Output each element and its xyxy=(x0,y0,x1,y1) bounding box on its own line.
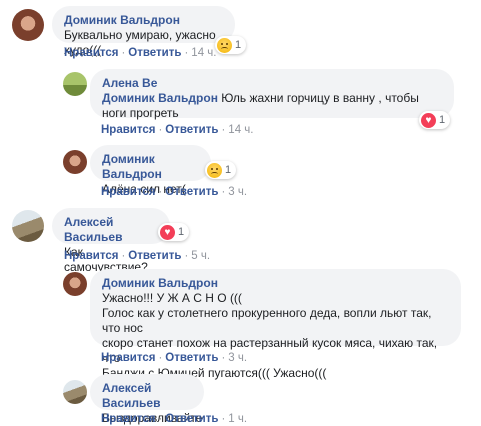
comment-actions: Нравится · Ответить · 3 ч. xyxy=(101,352,248,364)
reply-link[interactable]: Ответить xyxy=(165,186,218,198)
reaction-badge[interactable]: 1 xyxy=(205,161,237,179)
reaction-count: 1 xyxy=(178,226,185,238)
comment-author[interactable]: Алексей Васильев xyxy=(102,381,192,411)
avatar[interactable] xyxy=(63,150,87,174)
heart-icon: ♥ xyxy=(160,224,175,240)
like-link[interactable]: Нравится xyxy=(101,413,155,425)
reaction-count: 1 xyxy=(225,164,232,176)
comment-bubble: Алена Ве Доминик Вальдрон Юль жахни горч… xyxy=(90,69,454,120)
timestamp[interactable]: 5 ч. xyxy=(191,250,210,262)
comment-bubble: Доминик Вальдрон Буквально умираю, ужасн… xyxy=(52,6,235,57)
timestamp[interactable]: 1 ч. xyxy=(228,413,247,425)
reaction-count: 1 xyxy=(235,39,242,51)
like-link[interactable]: Нравится xyxy=(101,124,155,136)
reaction-count: 1 xyxy=(439,114,446,126)
comment-bubble: Доминик Вальдрон Ужасно!!! У Ж А С Н О (… xyxy=(90,269,461,380)
comment-actions: Нравится · Ответить · 1 ч. xyxy=(101,413,248,425)
comment-author[interactable]: Алена Ве xyxy=(102,76,442,91)
like-link[interactable]: Нравится xyxy=(64,47,118,59)
reply-link[interactable]: Ответить xyxy=(128,250,181,262)
reaction-badge[interactable]: ♥ 1 xyxy=(419,111,451,129)
comment-text-line: Голос как у столетнего прокуренного деда… xyxy=(102,306,432,335)
reaction-badge[interactable]: ♥ 1 xyxy=(158,223,190,241)
avatar[interactable] xyxy=(63,272,87,296)
mention-link[interactable]: Доминик Вальдрон xyxy=(102,91,218,105)
like-link[interactable]: Нравится xyxy=(101,352,155,364)
sad-emoji-icon xyxy=(217,37,232,53)
comment-author[interactable]: Доминик Вальдрон xyxy=(64,13,223,28)
comment-bubble: Алексей Васильев Как самочувствие? xyxy=(52,208,170,274)
comment-actions: Нравится · Ответить · 5 ч. xyxy=(64,250,211,262)
timestamp[interactable]: 14 ч. xyxy=(228,124,253,136)
comment-actions: Нравится · Ответить · 14 ч. xyxy=(64,47,217,59)
comment-author[interactable]: Доминик Вальдрон xyxy=(102,276,449,291)
like-link[interactable]: Нравится xyxy=(101,186,155,198)
heart-icon: ♥ xyxy=(421,112,436,128)
timestamp[interactable]: 3 ч. xyxy=(228,186,247,198)
comment-text-line: Ужасно!!! У Ж А С Н О ((( xyxy=(102,291,242,305)
comment-actions: Нравится · Ответить · 14 ч. xyxy=(101,124,254,136)
sad-emoji-icon xyxy=(207,162,222,178)
timestamp[interactable]: 3 ч. xyxy=(228,352,247,364)
reply-link[interactable]: Ответить xyxy=(165,413,218,425)
reply-link[interactable]: Ответить xyxy=(165,352,218,364)
like-link[interactable]: Нравится xyxy=(64,250,118,262)
comment-author[interactable]: Алексей Васильев xyxy=(64,215,158,245)
avatar[interactable] xyxy=(63,72,87,96)
reply-link[interactable]: Ответить xyxy=(165,124,218,136)
reaction-badge[interactable]: 1 xyxy=(215,36,247,54)
comment-bubble: Алексей Васильев Выздоравливайте xyxy=(90,374,204,425)
avatar[interactable] xyxy=(12,9,44,41)
avatar[interactable] xyxy=(63,380,87,404)
comment-bubble: Доминик Вальдрон Алёна сил нет( xyxy=(90,145,211,196)
reply-link[interactable]: Ответить xyxy=(128,47,181,59)
avatar[interactable] xyxy=(12,210,44,242)
comment-actions: Нравится · Ответить · 3 ч. xyxy=(101,186,248,198)
timestamp[interactable]: 14 ч. xyxy=(191,47,216,59)
comment-author[interactable]: Доминик Вальдрон xyxy=(102,152,199,182)
